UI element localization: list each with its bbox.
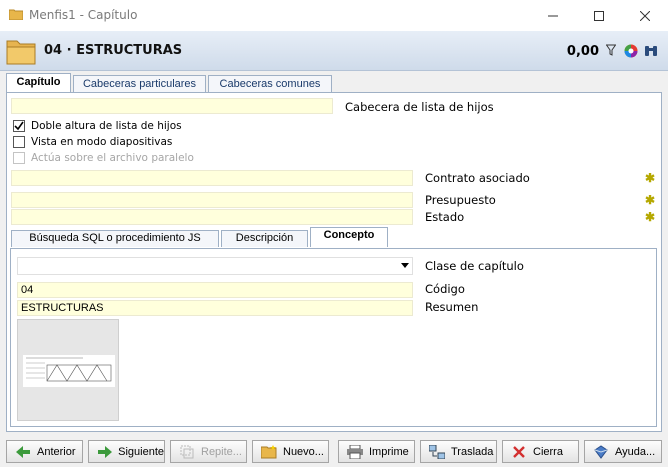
child-list-header-input[interactable]	[11, 98, 333, 114]
help-icon	[593, 444, 609, 460]
resumen-label: Resumen	[425, 300, 479, 314]
codigo-input[interactable]: 04	[17, 282, 413, 298]
contrato-input[interactable]	[11, 170, 413, 186]
presupuesto-label: Presupuesto	[425, 193, 496, 207]
arrow-left-icon	[15, 444, 31, 460]
filter-icon[interactable]	[606, 44, 616, 56]
capitulo-panel: Cabecera de lista de hijos Doble altura …	[6, 92, 662, 432]
main-tabs: Capítulo Cabeceras particulares Cabecera…	[6, 73, 334, 93]
minimize-icon	[548, 15, 558, 16]
document-thumbnail[interactable]	[17, 319, 119, 421]
record-header: 04 · ESTRUCTURAS 0,00	[0, 31, 668, 71]
folder-icon	[9, 9, 23, 20]
contrato-lookup-icon[interactable]: ✱	[645, 171, 655, 185]
parallel-file-label: Actúa sobre el archivo paralelo	[31, 152, 194, 164]
tab-busqueda-sql[interactable]: Búsqueda SQL o procedimiento JS	[11, 230, 219, 247]
repite-button: Repite...	[170, 440, 247, 463]
imprime-button[interactable]: Imprime	[338, 440, 415, 463]
bottom-toolbar: Anterior Siguiente Repite... Nuevo... Im…	[0, 438, 668, 467]
minimize-button[interactable]	[530, 0, 576, 31]
amount-value: 0,00	[566, 44, 599, 59]
detail-tabs: Búsqueda SQL o procedimiento JS Descripc…	[11, 227, 390, 248]
maximize-icon	[594, 10, 604, 21]
arrow-right-icon	[97, 444, 112, 460]
siguiente-button[interactable]: Siguiente	[88, 440, 165, 463]
tab-descripcion[interactable]: Descripción	[221, 230, 308, 247]
transfer-icon	[429, 444, 445, 460]
printer-icon	[347, 444, 363, 460]
contrato-label: Contrato asociado	[425, 171, 530, 185]
double-height-checkbox[interactable]	[13, 120, 25, 132]
tab-cabeceras-comunes[interactable]: Cabeceras comunes	[208, 75, 332, 93]
clase-capitulo-select[interactable]	[17, 257, 413, 275]
resumen-input[interactable]: ESTRUCTURAS	[17, 300, 413, 316]
concepto-panel: Clase de capítulo 04 Código ESTRUCTURAS …	[10, 248, 657, 427]
slides-mode-checkbox-row[interactable]: Vista en modo diapositivas	[13, 135, 172, 149]
window-titlebar: Menfis1 - Capítulo	[0, 0, 668, 31]
anterior-button[interactable]: Anterior	[6, 440, 83, 463]
thumbnail-drawing-icon	[26, 357, 112, 382]
double-height-checkbox-row[interactable]: Doble altura de lista de hijos	[13, 119, 182, 133]
slides-mode-checkbox[interactable]	[13, 136, 25, 148]
close-icon	[640, 10, 650, 21]
thumbnail-page	[23, 355, 115, 387]
binoculars-icon[interactable]	[644, 44, 658, 58]
chapter-folder-icon	[6, 40, 36, 65]
cierra-button[interactable]: Cierra	[502, 440, 579, 463]
ayuda-button[interactable]: Ayuda...	[584, 440, 662, 463]
chevron-down-icon	[401, 263, 409, 268]
parallel-file-checkbox-row: Actúa sobre el archivo paralelo	[13, 151, 194, 165]
new-folder-icon	[261, 444, 277, 460]
presupuesto-input[interactable]	[11, 192, 413, 208]
color-wheel-icon[interactable]	[624, 44, 638, 58]
slides-mode-label: Vista en modo diapositivas	[31, 136, 173, 148]
double-height-label: Doble altura de lista de hijos	[31, 120, 182, 132]
checkmark-icon	[14, 121, 24, 131]
nuevo-button[interactable]: Nuevo...	[252, 440, 329, 463]
close-window-button[interactable]	[622, 0, 668, 31]
presupuesto-lookup-icon[interactable]: ✱	[645, 193, 655, 207]
parallel-file-checkbox	[13, 152, 25, 164]
codigo-label: Código	[425, 282, 465, 296]
traslada-button[interactable]: Traslada	[420, 440, 497, 463]
estado-input[interactable]	[11, 209, 413, 225]
child-list-header-label: Cabecera de lista de hijos	[345, 100, 494, 114]
tab-cabeceras-particulares[interactable]: Cabeceras particulares	[73, 75, 206, 93]
maximize-button[interactable]	[576, 0, 622, 31]
tab-capitulo[interactable]: Capítulo	[6, 73, 71, 93]
tab-concepto[interactable]: Concepto	[310, 227, 388, 247]
window-title: Menfis1 - Capítulo	[29, 8, 138, 22]
repeat-icon	[179, 444, 195, 460]
estado-label: Estado	[425, 210, 465, 224]
clase-capitulo-label: Clase de capítulo	[425, 259, 524, 273]
close-x-icon	[511, 444, 527, 460]
estado-lookup-icon[interactable]: ✱	[645, 210, 655, 224]
page-title: 04 · ESTRUCTURAS	[44, 43, 183, 58]
